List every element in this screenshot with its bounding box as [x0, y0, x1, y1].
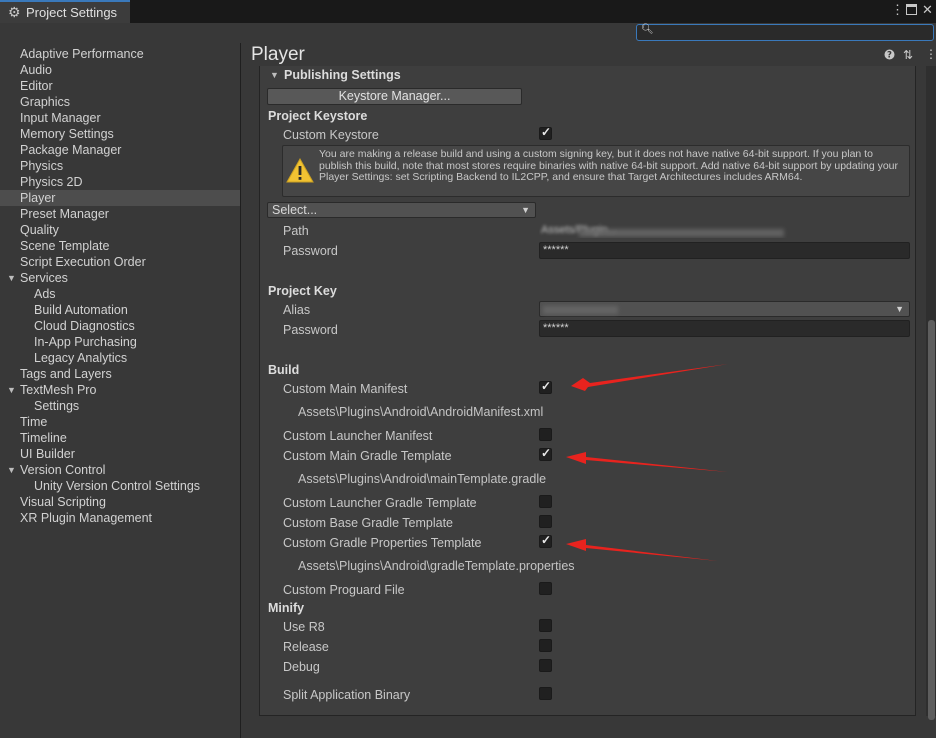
annotation-arrows: [566, 364, 728, 561]
annotation-arrow-main-gradle: [566, 452, 728, 472]
annotation-arrow-main-manifest: [571, 364, 728, 391]
annotation-arrow-gradle-properties: [566, 539, 718, 561]
